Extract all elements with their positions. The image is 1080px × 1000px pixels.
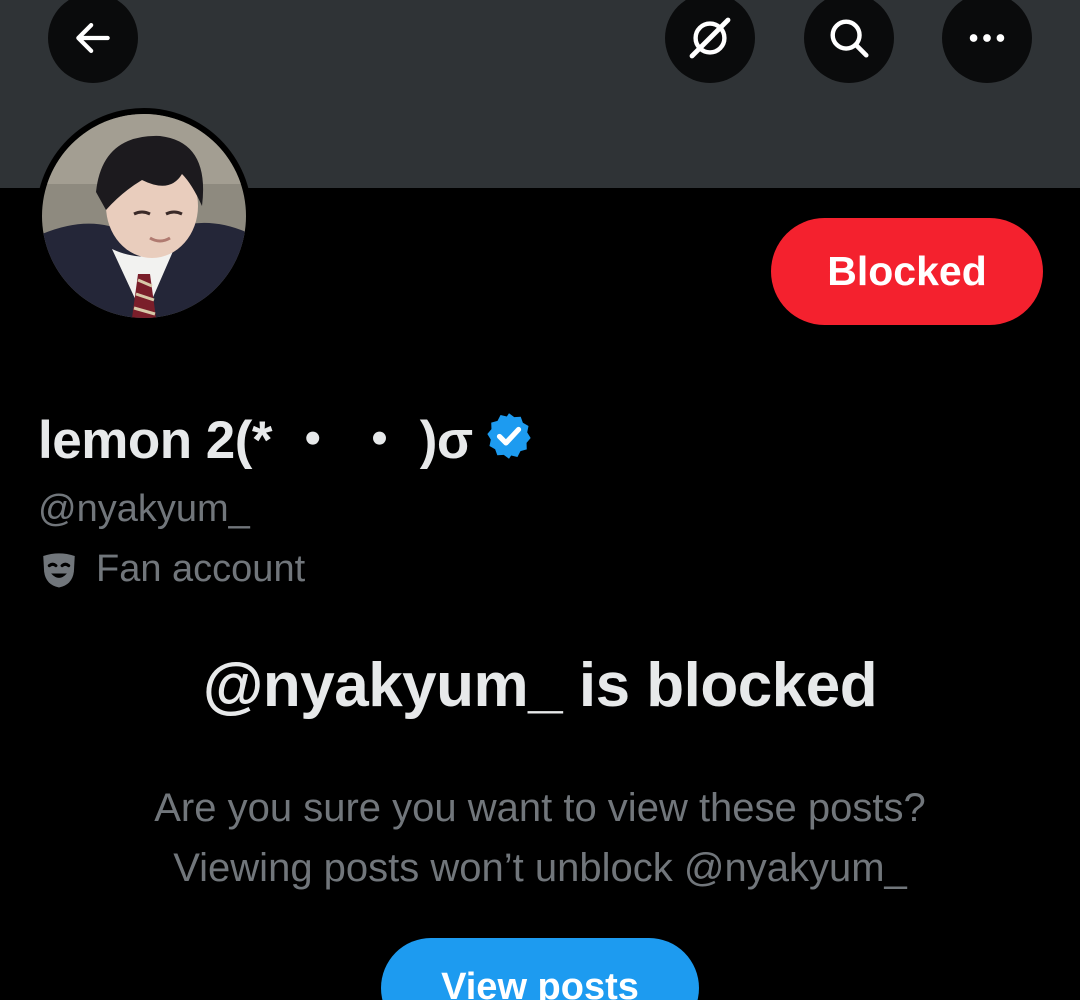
blocked-notice-line-1: Are you sure you want to view these post… (154, 786, 926, 830)
display-name-row: lemon 2(* ・ ・ )σ (38, 398, 535, 474)
view-posts-label: View posts (441, 966, 639, 1000)
display-name: lemon 2(* ・ ・ )σ (38, 411, 473, 470)
profile-page: Blocked lemon 2(* ・ ・ )σ @nyakyum_ Fan a… (0, 0, 1080, 1000)
more-horizontal-icon (969, 34, 1005, 42)
grok-icon (689, 17, 731, 59)
view-posts-button[interactable]: View posts (381, 938, 699, 1000)
arrow-left-icon (76, 23, 110, 53)
profile-category: Fan account (38, 548, 305, 591)
blocked-button[interactable]: Blocked (771, 218, 1043, 325)
verified-badge-icon (486, 413, 531, 459)
theater-mask-icon (43, 552, 75, 587)
profile-handle: @nyakyum_ (38, 488, 250, 530)
blocked-notice-description: Are you sure you want to view these post… (0, 778, 1080, 898)
category-label: Fan account (96, 548, 306, 590)
search-icon (830, 19, 869, 58)
blocked-notice-title: @nyakyum_ is blocked (202, 651, 878, 720)
avatar-image (42, 114, 246, 318)
blocked-button-label: Blocked (827, 248, 987, 294)
avatar[interactable] (36, 108, 252, 324)
blocked-notice-line-2: Viewing posts won’t unblock @nyakyum_ (173, 846, 907, 890)
